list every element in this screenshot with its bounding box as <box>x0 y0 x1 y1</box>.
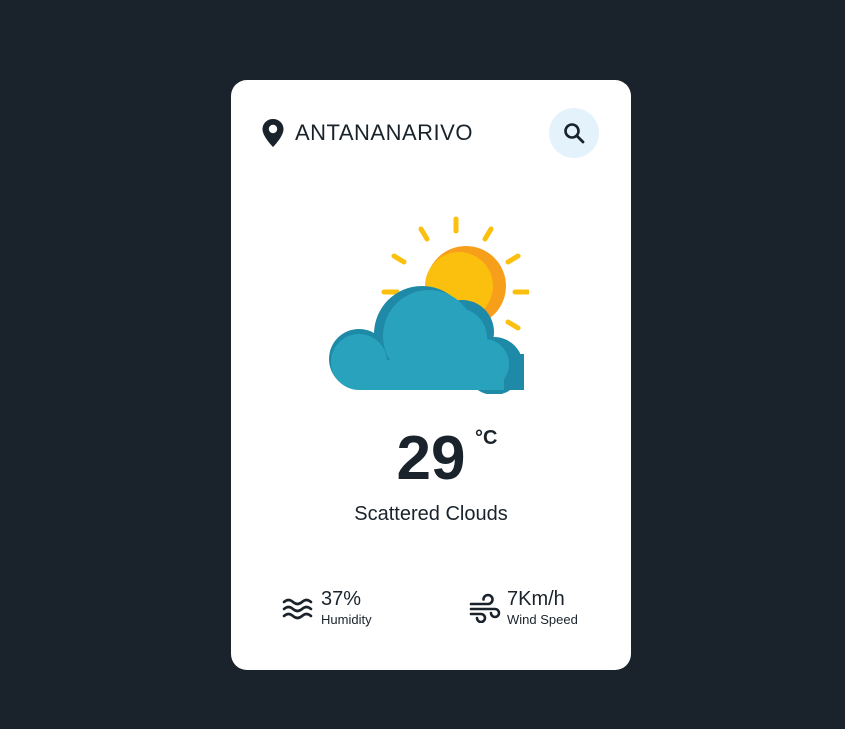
wind-label: Wind Speed <box>507 612 578 627</box>
sun-behind-cloud-icon <box>329 216 529 394</box>
temperature-value: 29 <box>396 424 466 493</box>
weather-card: ANTANANARIVO 29 °C Scattered Clouds 37% … <box>231 80 631 670</box>
wind-icon <box>469 593 501 623</box>
wind-text: 7Km/h Wind Speed <box>507 588 578 627</box>
wind-value: 7Km/h <box>507 588 565 610</box>
map-pin-icon <box>262 119 284 147</box>
temperature-block: 29 °C <box>231 428 631 490</box>
card-header: ANTANANARIVO <box>261 108 601 158</box>
humidity-stat: 37% Humidity <box>281 588 372 627</box>
temperature-unit: °C <box>475 427 498 449</box>
location: ANTANANARIVO <box>261 118 473 148</box>
humidity-text: 37% Humidity <box>321 588 372 627</box>
search-icon <box>564 123 585 144</box>
humidity-value: 37% <box>321 588 362 610</box>
weather-description: Scattered Clouds <box>354 503 508 525</box>
search-button[interactable] <box>549 108 599 158</box>
city-name: ANTANANARIVO <box>295 120 473 145</box>
temperature: 29 °C <box>397 428 498 490</box>
waves-icon <box>282 598 313 619</box>
wind-stat: 7Km/h Wind Speed <box>467 588 578 627</box>
humidity-label: Humidity <box>321 612 372 627</box>
